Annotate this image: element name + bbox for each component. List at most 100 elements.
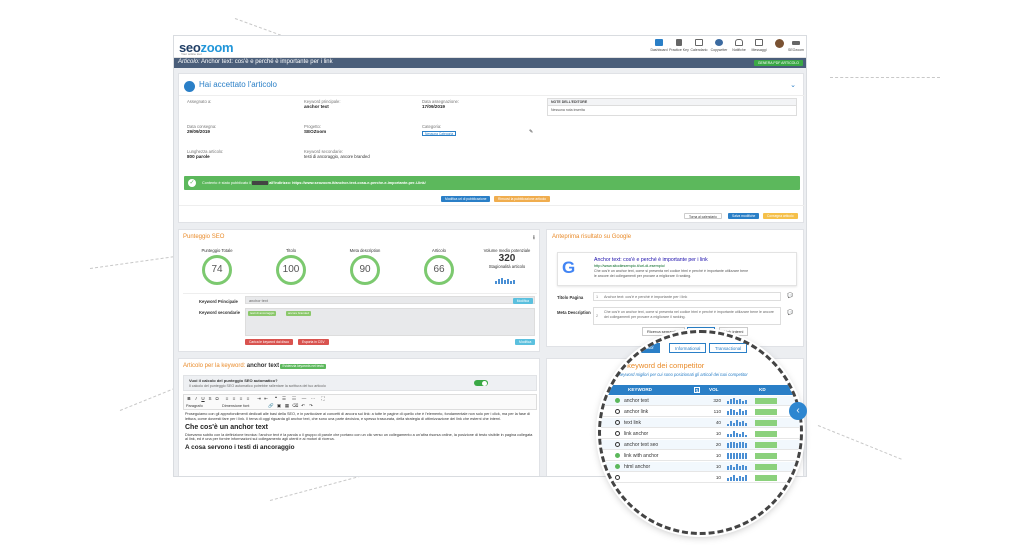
seo-score-panel: Punteggio SEO ⭳ Punteggio Totale 74 Tito…: [178, 229, 540, 352]
keyword-tag[interactable]: ancore branded: [286, 311, 312, 316]
numbered-list-icon[interactable]: ☷: [291, 396, 297, 402]
potential-volume: Volume medio potenziale 320 Stagionalità…: [479, 248, 535, 284]
nav-label: Calendario: [690, 48, 708, 52]
nav-messaggi[interactable]: Messaggi: [748, 39, 770, 53]
trend-bars: [727, 431, 751, 437]
toggle-question: Vuoi il calcolo del punteggio SEO automa…: [189, 378, 278, 383]
editor-notes-box: NOTE DELL'EDITORE Nessuna nota inserita: [547, 98, 797, 116]
justify-icon[interactable]: ≡: [245, 396, 251, 402]
magnifier-lens: Link del competitor Informational Transa…: [598, 330, 803, 535]
table-row[interactable]: link anchor 10: [601, 429, 800, 439]
back-to-calendar-button[interactable]: Torna al calendario: [684, 213, 722, 219]
indent-icon[interactable]: ⇥: [256, 396, 262, 402]
field-category: Categoria: Nessuna Categoria: [422, 124, 457, 136]
clear-format-icon[interactable]: ⌫: [292, 403, 298, 409]
deliver-article-button[interactable]: Consegna articolo: [763, 213, 798, 219]
divider: [179, 205, 805, 206]
highlight-keywords-badge[interactable]: Evidenzia keywords nel testo: [280, 364, 326, 369]
kd-bar: [755, 453, 777, 459]
link-icon[interactable]: 🔗: [268, 403, 274, 409]
nav-practice-key[interactable]: Practice Key: [668, 39, 690, 53]
accepted-article-panel: Hai accettato l'articolo ⌄ Assegnato a: …: [178, 73, 805, 223]
nav-notifiche[interactable]: Notifiche: [728, 39, 750, 53]
keyword-tag[interactable]: testi di ancoraggio: [248, 311, 277, 316]
horizontal-rule-icon[interactable]: —: [301, 396, 307, 402]
bullet-list-icon[interactable]: ☰: [281, 396, 287, 402]
nav-seozoom-back[interactable]: SEOzoom: [785, 39, 806, 53]
nav-copywriter[interactable]: Copywriter: [708, 39, 730, 53]
download-icon[interactable]: ⭳: [533, 233, 535, 243]
editor-content[interactable]: Proseguiamo con gli approfondimenti dedi…: [185, 412, 535, 476]
tab-informational[interactable]: Informational: [669, 343, 707, 353]
auto-score-toggle[interactable]: [474, 380, 488, 386]
generate-pdf-button[interactable]: GENERA PDF ARTICOLO: [753, 60, 803, 66]
trend-bars: [727, 442, 751, 448]
table-row[interactable]: anchor text 320: [601, 396, 800, 406]
nav-label: Dashboard: [650, 48, 668, 52]
bold-button[interactable]: B: [186, 396, 192, 402]
tab-competitor-links[interactable]: Link del competitor: [611, 343, 660, 353]
editor-toolbar: B I U S Ω ≡ ≡ ≡ ≡ ⇥ ⇤ ❝ ☰ ☷ — ⋯ ⛶ Paragr…: [183, 394, 537, 410]
table-row[interactable]: 10: [601, 473, 800, 483]
table-row[interactable]: link with anchor 10: [601, 451, 800, 461]
font-size-select[interactable]: Dimensione font: [222, 404, 249, 408]
align-left-icon[interactable]: ≡: [224, 396, 230, 402]
image-icon[interactable]: ▣: [276, 403, 282, 409]
edit-pencil-icon[interactable]: ✎: [529, 129, 533, 135]
strikethrough-button[interactable]: S: [207, 396, 213, 402]
published-alert: ✓ Contento è stato pubblicato il ░░░░░░ …: [184, 176, 800, 190]
page-title-input[interactable]: 1 Anchor text: cos'è e perché è importan…: [593, 292, 781, 301]
status-empty-icon: [615, 409, 620, 414]
secondary-keywords-input[interactable]: testi di ancoraggio ancore branded: [245, 308, 535, 336]
load-keywords-button[interactable]: Carica le keyword dal disco: [245, 339, 294, 345]
nav-label: SEOzoom: [788, 48, 804, 52]
align-right-icon[interactable]: ≡: [238, 396, 244, 402]
meta-description-label: Meta Description: [557, 310, 591, 315]
table-row[interactable]: anchor text seo 20: [601, 440, 800, 450]
status-done-icon: [615, 453, 620, 458]
category-badge[interactable]: Nessuna Categoria: [422, 131, 457, 136]
chevron-left-icon: ‹: [796, 405, 800, 416]
sort-icon[interactable]: ⇅: [694, 386, 700, 393]
table-row[interactable]: html anchor 10: [601, 462, 800, 472]
tab-transactional[interactable]: Transactional: [709, 343, 748, 353]
italic-button[interactable]: I: [193, 396, 199, 402]
meta-description-input[interactable]: 2 Che cos'è un anchor text, come si pres…: [593, 307, 781, 325]
article-title-bar: Articolo: Anchor text: cos'è e perché è …: [174, 58, 806, 68]
nav-dashboard[interactable]: Dashboard: [648, 39, 670, 53]
remove-publication-button[interactable]: Rimuovi la pubblicazione articolo: [494, 196, 551, 202]
fullscreen-icon[interactable]: ⛶: [320, 396, 326, 402]
table-icon[interactable]: ▦: [284, 403, 290, 409]
side-panel-toggle[interactable]: ‹: [789, 402, 807, 420]
bell-icon: [735, 39, 743, 46]
outdent-icon[interactable]: ⇤: [263, 396, 269, 402]
code-button[interactable]: Ω: [214, 396, 220, 402]
edit-publication-url-button[interactable]: Modifica url di pubblicazione: [441, 196, 491, 202]
comment-icon[interactable]: 💬: [787, 293, 793, 299]
quote-icon[interactable]: ❝: [273, 396, 279, 402]
main-keyword-input[interactable]: anchor text Modifica: [245, 296, 535, 304]
table-row[interactable]: anchor link 110: [601, 407, 800, 417]
edit-main-keyword-button[interactable]: Modifica: [512, 297, 533, 304]
underline-button[interactable]: U: [200, 396, 206, 402]
toggle-knob: [482, 380, 487, 386]
seo-score-title: Punteggio SEO: [183, 234, 225, 240]
handshake-icon: [184, 81, 195, 92]
align-center-icon[interactable]: ≡: [231, 396, 237, 402]
redo-icon[interactable]: ↷: [308, 403, 314, 409]
undo-icon[interactable]: ↶: [300, 403, 306, 409]
edit-secondary-keywords-button[interactable]: Modifica: [515, 339, 536, 345]
comment-icon[interactable]: 💬: [787, 310, 793, 316]
status-done-icon: [615, 464, 620, 469]
table-row[interactable]: text link 40: [601, 418, 800, 428]
collapse-chevron-icon[interactable]: ⌄: [790, 81, 796, 89]
competitor-subtitle: Le keyword migliori per cui sono posizio…: [613, 372, 748, 377]
nav-calendario[interactable]: Calendario: [688, 39, 710, 53]
paragraph-format-select[interactable]: Paragrafo: [186, 404, 203, 408]
export-csv-button[interactable]: Esporta in CSV: [298, 339, 329, 345]
envelope-icon: [755, 39, 763, 46]
users-icon: [715, 39, 723, 46]
logo-tagline: Your online tool: [181, 52, 202, 56]
more-icon[interactable]: ⋯: [310, 396, 316, 402]
save-changes-button[interactable]: Salva modifiche: [728, 213, 760, 219]
